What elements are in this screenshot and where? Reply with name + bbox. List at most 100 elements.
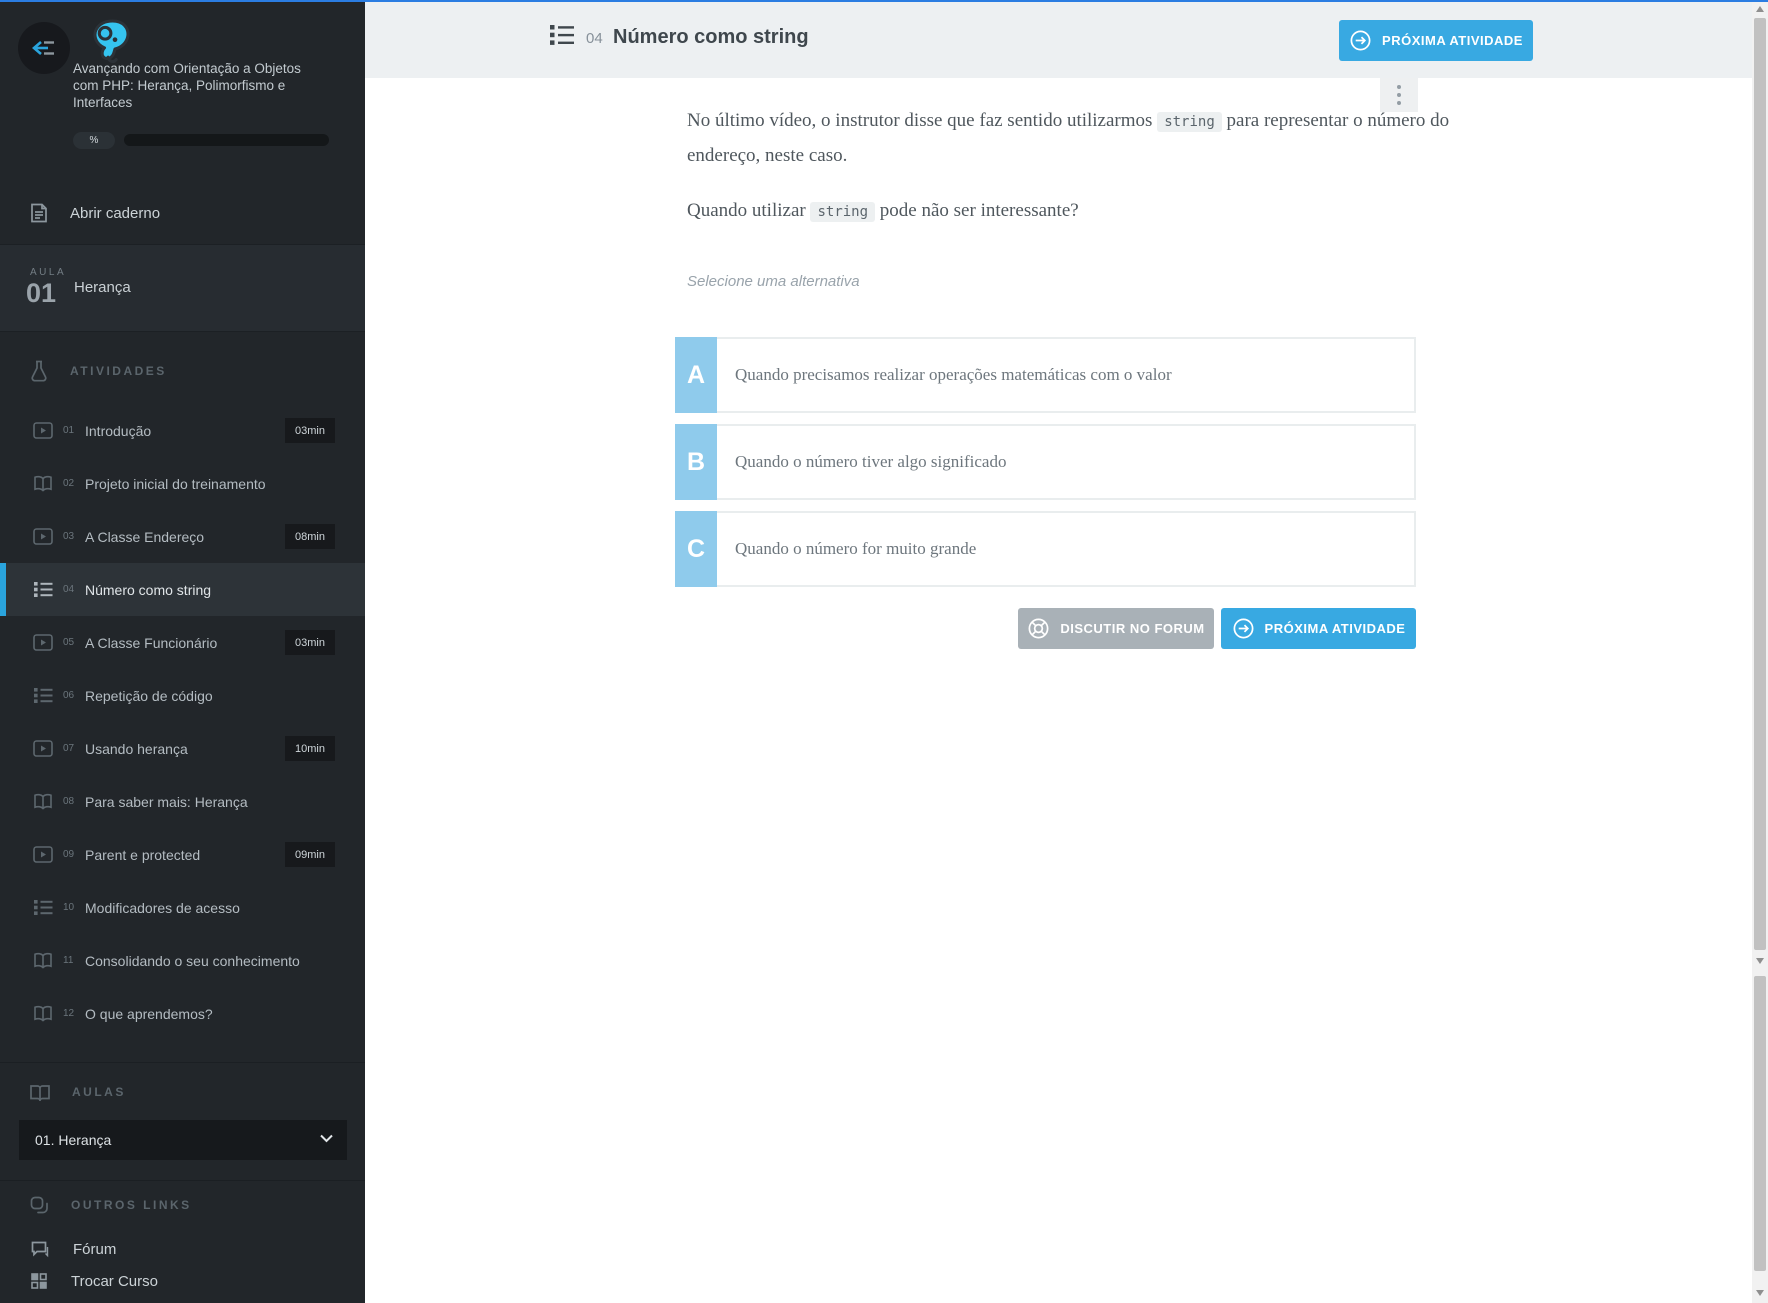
collapse-sidebar-button[interactable] (18, 22, 70, 74)
duration-badge: 09min (285, 842, 335, 867)
activity-item[interactable]: 03 A Classe Endereço 08min (0, 510, 365, 563)
activity-item[interactable]: 11 Consolidando o seu conhecimento (0, 934, 365, 987)
reading-activity-icon (33, 1005, 53, 1022)
activities-section-label: ATIVIDADES (70, 364, 167, 378)
activity-number: 01 (63, 425, 75, 436)
divider (0, 1062, 365, 1063)
activity-number: 03 (63, 531, 75, 542)
activity-title: Número como string (85, 581, 212, 598)
activity-item[interactable]: 05 A Classe Funcionário 03min (0, 616, 365, 669)
activity-item[interactable]: 01 Introdução 03min (0, 404, 365, 457)
top-progress-bar (0, 0, 1768, 2)
activity-number: 04 (586, 30, 603, 47)
alternative-option[interactable]: C Quando o número for muito grande (675, 511, 1416, 587)
activity-title: A Classe Funcionário (85, 634, 218, 651)
lesson-select-value: 01. Herança (35, 1132, 112, 1148)
activity-title: A Classe Endereço (85, 528, 205, 545)
activity-item[interactable]: 10 Modificadores de acesso (0, 881, 365, 934)
activity-title: Projeto inicial do treinamento (85, 475, 266, 492)
sidebar: Avançando com Orientação a Objetos com P… (0, 2, 365, 1303)
activity-number: 02 (63, 478, 75, 489)
activity-number: 12 (63, 1008, 75, 1019)
option-letter: C (675, 511, 717, 587)
arrow-right-circle-icon (1232, 617, 1255, 640)
link-icon (30, 1196, 49, 1214)
lesson-select-dropdown[interactable]: 01. Herança (19, 1120, 347, 1160)
activity-title: Para saber mais: Herança (85, 793, 248, 810)
lesson-number: 01 (26, 278, 57, 308)
activity-item[interactable]: 12 O que aprendemos? (0, 987, 365, 1040)
question-paragraph-2: Quando utilizar string pode não ser inte… (687, 200, 1079, 222)
activity-title: O que aprendemos? (85, 1005, 213, 1022)
open-book-icon (30, 1084, 50, 1101)
collapse-arrow-icon (31, 37, 57, 59)
next-activity-label-top: PRÓXIMA ATIVIDADE (1382, 33, 1523, 48)
lifebuoy-icon (1027, 617, 1050, 640)
question-paragraph-1: No último vídeo, o instrutor disse que f… (687, 110, 1450, 166)
activity-item[interactable]: 09 Parent e protected 09min (0, 828, 365, 881)
quiz-activity-icon (33, 899, 53, 916)
option-letter: A (675, 337, 717, 413)
arrow-right-circle-icon (1349, 29, 1372, 52)
content-header: 04 Número como string PRÓXIMA ATIVIDADE (365, 2, 1752, 78)
progress-bar-track (124, 134, 329, 146)
option-letter: B (675, 424, 717, 500)
course-progress: % (73, 131, 343, 149)
quiz-activity-icon (33, 687, 53, 704)
activity-item[interactable]: 04 Número como string (0, 563, 365, 616)
other-links-section-label: OUTROS LINKS (71, 1198, 192, 1212)
option-text: Quando o número tiver algo significado (735, 452, 1007, 471)
scrollbar-thumb[interactable] (1754, 18, 1766, 950)
scrollbar-thumb-2[interactable] (1754, 976, 1766, 1271)
aulas-section-header: AULAS (0, 1075, 365, 1109)
video-activity-icon (33, 422, 53, 439)
next-activity-button-bottom[interactable]: PRÓXIMA ATIVIDADE (1221, 608, 1416, 649)
other-links-section-header: OUTROS LINKS (0, 1188, 365, 1222)
activities-list: 01 Introdução 03min 02 Projeto inicial d… (0, 404, 365, 1040)
option-text: Quando precisamos realizar operações mat… (735, 365, 1172, 384)
scroll-down-arrow[interactable] (1756, 958, 1764, 964)
forum-link[interactable]: Fórum (0, 1232, 365, 1266)
scroll-up-arrow[interactable] (1756, 6, 1764, 12)
divider (0, 1180, 365, 1181)
open-notebook-button[interactable]: Abrir caderno (0, 190, 365, 236)
forum-link-label: Fórum (73, 1240, 117, 1258)
video-activity-icon (33, 740, 53, 757)
activity-number: 04 (63, 584, 75, 595)
video-activity-icon (33, 528, 53, 545)
activity-number: 09 (63, 849, 75, 860)
change-course-link[interactable]: Trocar Curso (0, 1264, 365, 1298)
activity-number: 05 (63, 637, 75, 648)
option-text: Quando o número for muito grande (735, 539, 977, 558)
activity-item[interactable]: 07 Usando herança 10min (0, 722, 365, 775)
discuss-forum-button[interactable]: DISCUTIR NO FORUM (1018, 608, 1214, 649)
duration-badge: 03min (285, 418, 335, 443)
activity-item[interactable]: 02 Projeto inicial do treinamento (0, 457, 365, 510)
lesson-title: Herança (74, 279, 131, 296)
lesson-word-label: AULA (30, 267, 67, 278)
next-activity-label-bottom: PRÓXIMA ATIVIDADE (1264, 621, 1406, 636)
activity-title: Introdução (85, 422, 152, 439)
activity-title: Modificadores de acesso (85, 899, 240, 916)
alternative-option[interactable]: B Quando o número tiver algo significado (675, 424, 1416, 500)
aulas-section-label: AULAS (72, 1085, 126, 1099)
reading-activity-icon (33, 793, 53, 810)
scrollbar[interactable] (1752, 0, 1768, 1303)
open-notebook-label: Abrir caderno (70, 204, 161, 222)
current-lesson-block[interactable]: AULA 01 Herança (0, 244, 365, 332)
quiz-activity-icon (33, 581, 53, 598)
scroll-down-arrow-2[interactable] (1756, 1290, 1764, 1296)
reading-activity-icon (33, 475, 53, 492)
duration-badge: 03min (285, 630, 335, 655)
activity-number: 10 (63, 902, 75, 913)
activity-item[interactable]: 08 Para saber mais: Herança (0, 775, 365, 828)
change-course-link-label: Trocar Curso (71, 1272, 158, 1290)
course-title: Avançando com Orientação a Objetos com P… (73, 61, 301, 110)
page: Avançando com Orientação a Objetos com P… (0, 0, 1768, 1303)
notebook-icon (30, 203, 48, 223)
alternative-option[interactable]: A Quando precisamos realizar operações m… (675, 337, 1416, 413)
select-alternative-hint: Selecione uma alternativa (687, 273, 860, 290)
activity-number: 11 (63, 955, 74, 966)
activity-item[interactable]: 06 Repetição de código (0, 669, 365, 722)
next-activity-button-top[interactable]: PRÓXIMA ATIVIDADE (1339, 20, 1533, 61)
